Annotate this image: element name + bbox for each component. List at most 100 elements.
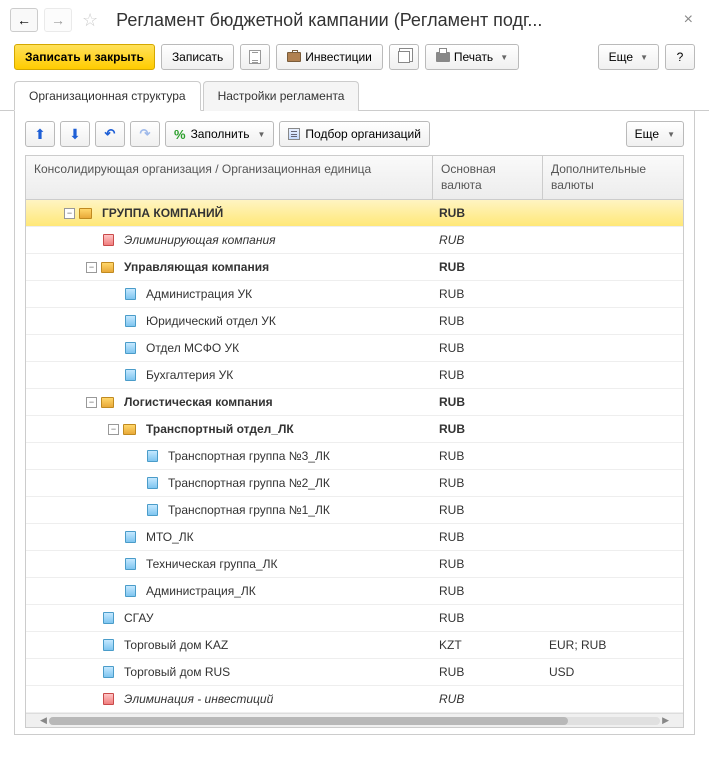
table-row[interactable]: МТО_ЛКRUB bbox=[26, 524, 683, 551]
tree-expander[interactable]: − bbox=[86, 397, 97, 408]
item-icon bbox=[125, 288, 136, 300]
redo-button[interactable]: ↷ bbox=[130, 121, 160, 147]
table-row[interactable]: Транспортная группа №1_ЛКRUB bbox=[26, 497, 683, 524]
undo-icon: ↶ bbox=[105, 126, 116, 142]
col-currency[interactable]: Основная валюта bbox=[433, 156, 543, 199]
table-row[interactable]: Транспортная группа №3_ЛК RUB bbox=[26, 443, 683, 470]
table-row[interactable]: СГАУ RUB bbox=[26, 605, 683, 632]
chevron-down-icon: ▼ bbox=[667, 130, 675, 139]
row-currency: RUB bbox=[433, 557, 543, 571]
folder-icon bbox=[79, 208, 92, 219]
tree-expander[interactable]: − bbox=[108, 424, 119, 435]
horizontal-scrollbar[interactable]: ◀ ▶ bbox=[26, 713, 683, 727]
table-row[interactable]: Бухгалтерия УКRUB bbox=[26, 362, 683, 389]
row-name: ГРУППА КОМПАНИЙ bbox=[102, 206, 223, 220]
print-button[interactable]: Печать▼ bbox=[425, 44, 519, 70]
select-org-button[interactable]: Подбор организаций bbox=[279, 121, 430, 147]
item-icon bbox=[103, 612, 114, 624]
row-currency: RUB bbox=[433, 260, 543, 274]
row-name: Юридический отдел УК bbox=[146, 314, 276, 328]
table-row[interactable]: Торговый дом RUSRUBUSD bbox=[26, 659, 683, 686]
briefcase-icon bbox=[287, 52, 301, 62]
tree-expander[interactable]: − bbox=[86, 262, 97, 273]
help-button[interactable]: ? bbox=[665, 44, 695, 70]
table-row[interactable]: Администрация_ЛКRUB bbox=[26, 578, 683, 605]
row-name: Торговый дом RUS bbox=[124, 665, 230, 679]
save-button[interactable]: Записать bbox=[161, 44, 234, 70]
item-icon bbox=[103, 693, 114, 705]
tree-expander[interactable]: − bbox=[64, 208, 75, 219]
row-name: Транспортный отдел_ЛК bbox=[146, 422, 294, 436]
item-icon bbox=[147, 477, 158, 489]
item-icon bbox=[103, 234, 114, 246]
item-icon bbox=[125, 558, 136, 570]
table-row[interactable]: Отдел МСФО УКRUB bbox=[26, 335, 683, 362]
row-currency: RUB bbox=[433, 476, 543, 490]
row-currency: RUB bbox=[433, 287, 543, 301]
move-down-button[interactable]: ⬇ bbox=[60, 121, 90, 147]
row-currency: RUB bbox=[433, 233, 543, 247]
table-row[interactable]: − Логистическая компания RUB bbox=[26, 389, 683, 416]
scroll-left-icon[interactable]: ◀ bbox=[38, 715, 49, 726]
item-icon bbox=[125, 315, 136, 327]
chevron-down-icon: ▼ bbox=[257, 130, 265, 139]
document-button[interactable] bbox=[240, 44, 270, 70]
table-row[interactable]: Торговый дом KAZKZTEUR; RUB bbox=[26, 632, 683, 659]
row-name: Транспортная группа №2_ЛК bbox=[168, 476, 330, 490]
col-org[interactable]: Консолидирующая организация / Организаци… bbox=[26, 156, 433, 199]
arrow-up-icon: ⬆ bbox=[34, 126, 46, 143]
fill-button[interactable]: %Заполнить▼ bbox=[165, 121, 274, 147]
table-header: Консолидирующая организация / Организаци… bbox=[26, 156, 683, 200]
forward-button[interactable]: → bbox=[44, 8, 72, 32]
table-row[interactable]: −Управляющая компанияRUB bbox=[26, 254, 683, 281]
more-button[interactable]: Еще▼ bbox=[598, 44, 659, 70]
scroll-thumb[interactable] bbox=[49, 717, 568, 725]
table-row[interactable]: Транспортная группа №2_ЛК RUB bbox=[26, 470, 683, 497]
table-row[interactable]: Элиминация - инвестицийRUB bbox=[26, 686, 683, 713]
investments-button[interactable]: Инвестиции bbox=[276, 44, 383, 70]
copy-button[interactable] bbox=[389, 44, 419, 70]
org-table: Консолидирующая организация / Организаци… bbox=[25, 155, 684, 728]
tab-settings[interactable]: Настройки регламента bbox=[203, 81, 360, 111]
save-and-close-button[interactable]: Записать и закрыть bbox=[14, 44, 155, 70]
row-currency: RUB bbox=[433, 395, 543, 409]
page-title: Регламент бюджетной кампании (Регламент … bbox=[116, 10, 672, 31]
table-row[interactable]: Элиминирующая компания RUB bbox=[26, 227, 683, 254]
table-row[interactable]: −ГРУППА КОМПАНИЙRUB bbox=[26, 200, 683, 227]
row-add-currency: USD bbox=[543, 665, 683, 679]
item-icon bbox=[147, 450, 158, 462]
close-icon[interactable]: × bbox=[678, 11, 699, 29]
row-currency: RUB bbox=[433, 503, 543, 517]
favorite-star-icon[interactable]: ☆ bbox=[82, 10, 98, 31]
tab-org-structure[interactable]: Организационная структура bbox=[14, 81, 201, 111]
row-currency: RUB bbox=[433, 530, 543, 544]
redo-icon: ↷ bbox=[140, 126, 151, 142]
row-name: Бухгалтерия УК bbox=[146, 368, 233, 382]
table-row[interactable]: Техническая группа_ЛКRUB bbox=[26, 551, 683, 578]
row-currency: RUB bbox=[433, 341, 543, 355]
row-currency: RUB bbox=[433, 584, 543, 598]
sub-more-button[interactable]: Еще▼ bbox=[626, 121, 684, 147]
row-name: Логистическая компания bbox=[124, 395, 273, 409]
row-name: Транспортная группа №3_ЛК bbox=[168, 449, 330, 463]
item-icon bbox=[125, 585, 136, 597]
row-name: СГАУ bbox=[124, 611, 153, 625]
table-row[interactable]: −Транспортный отдел_ЛКRUB bbox=[26, 416, 683, 443]
back-button[interactable]: ← bbox=[10, 8, 38, 32]
item-icon bbox=[125, 531, 136, 543]
table-row[interactable]: Администрация УК RUB bbox=[26, 281, 683, 308]
undo-button[interactable]: ↶ bbox=[95, 121, 125, 147]
scroll-right-icon[interactable]: ▶ bbox=[660, 715, 671, 726]
col-add-currency[interactable]: Дополнительные валюты bbox=[543, 156, 683, 199]
copy-icon bbox=[398, 51, 410, 63]
row-currency: RUB bbox=[433, 611, 543, 625]
row-currency: RUB bbox=[433, 449, 543, 463]
table-row[interactable]: Юридический отдел УКRUB bbox=[26, 308, 683, 335]
move-up-button[interactable]: ⬆ bbox=[25, 121, 55, 147]
table-body[interactable]: −ГРУППА КОМПАНИЙRUBЭлиминирующая компани… bbox=[26, 200, 683, 713]
folder-icon bbox=[101, 397, 114, 408]
document-icon bbox=[249, 50, 261, 64]
printer-icon bbox=[436, 52, 450, 62]
row-name: Администрация УК bbox=[146, 287, 252, 301]
row-name: Элиминирующая компания bbox=[124, 233, 276, 247]
